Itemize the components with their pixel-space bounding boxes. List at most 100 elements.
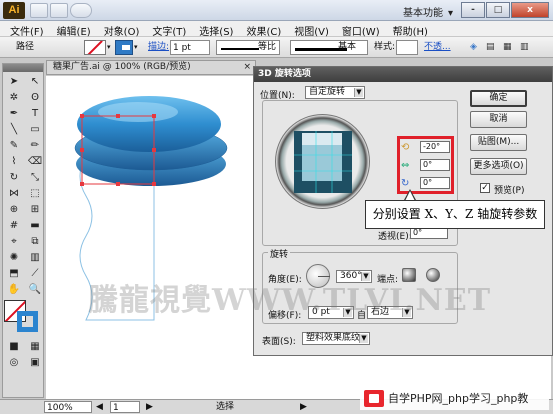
scale-tool-icon[interactable]: ⤡ <box>26 170 44 185</box>
rectangle-tool-icon[interactable]: ▭ <box>26 122 44 137</box>
magic-wand-tool-icon[interactable]: ✲ <box>5 90 23 105</box>
surface-select[interactable]: 塑料效果底纹 ▼ <box>302 332 370 345</box>
type-tool-icon[interactable]: T <box>26 106 44 121</box>
angle-select[interactable]: 360° ▼ <box>336 270 372 283</box>
cap-off-icon[interactable] <box>426 268 440 282</box>
dialog-title[interactable]: 3D 旋转选项 <box>254 67 552 82</box>
draw-mode-icon[interactable]: ◎ <box>5 355 23 370</box>
menu-help[interactable]: 帮助(H) <box>389 21 437 38</box>
selection-tool-icon[interactable]: ➤ <box>5 74 23 89</box>
rotate-tool-icon[interactable]: ↻ <box>5 170 23 185</box>
isolate-icon[interactable]: ▦ <box>503 40 512 55</box>
width-tool-icon[interactable]: ⋈ <box>5 186 23 201</box>
menu-select[interactable]: 选择(S) <box>195 21 242 38</box>
stroke-swatch[interactable] <box>115 40 133 55</box>
gradient-tool-icon[interactable]: ▬ <box>26 218 44 233</box>
angle-dial[interactable] <box>306 264 330 288</box>
zoom-tool-icon[interactable]: 🔍 <box>26 282 44 297</box>
surface-value: 塑料效果底纹 <box>306 333 361 343</box>
bridge-icon[interactable] <box>30 3 48 18</box>
workspace-label: 基本功能 <box>403 8 443 19</box>
direct-selection-tool-icon[interactable]: ↖ <box>26 74 44 89</box>
free-transform-tool-icon[interactable]: ⬚ <box>26 186 44 201</box>
brush-definition[interactable] <box>290 40 368 55</box>
menu-edit[interactable]: 编辑(E) <box>53 21 100 38</box>
document-tab[interactable]: 糖果广告.ai @ 100% (RGB/预览) × <box>46 60 256 75</box>
minimize-button[interactable]: - <box>461 2 485 18</box>
screen-mode-tool-icon[interactable]: ▣ <box>26 355 44 370</box>
chevron-down-icon[interactable]: ▾ <box>107 40 115 55</box>
eyedropper-tool-icon[interactable]: ⌖ <box>5 234 23 249</box>
artboard-tool-icon[interactable]: ⬒ <box>5 266 23 281</box>
rotation-cube-preview[interactable] <box>275 114 370 209</box>
maximize-button[interactable]: □ <box>486 2 510 18</box>
next-page-icon[interactable]: ▶ <box>146 401 153 413</box>
menu-view[interactable]: 视图(V) <box>290 21 338 38</box>
perspective-grid-tool-icon[interactable]: ⊞ <box>26 202 44 217</box>
chevron-down-icon: ▼ <box>402 308 411 317</box>
window-controls: - □ x <box>461 2 549 18</box>
cancel-button[interactable]: 取消 <box>470 111 527 128</box>
pen-tool-icon[interactable]: ✒ <box>5 106 23 121</box>
preview-checkbox[interactable]: ✓ <box>480 183 490 193</box>
tools-panel-header[interactable] <box>3 64 43 72</box>
blend-tool-icon[interactable]: ⧉ <box>26 234 44 249</box>
style-swatch[interactable] <box>396 40 418 55</box>
align-icon[interactable]: ▤ <box>486 40 495 55</box>
stroke-weight-field[interactable]: 1 pt <box>170 40 210 55</box>
symbol-sprayer-tool-icon[interactable]: ✺ <box>5 250 23 265</box>
line-tool-icon[interactable]: ╲ <box>5 122 23 137</box>
gradient-mode-icon[interactable]: ▦ <box>26 339 44 354</box>
recolor-icon[interactable]: ◈ <box>470 40 477 55</box>
hand-tool-icon[interactable]: ✋ <box>5 282 23 297</box>
surface-label: 表面(S): <box>262 337 296 347</box>
chevron-down-icon: ▼ <box>354 88 363 97</box>
eraser-tool-icon[interactable]: ⌫ <box>26 154 44 169</box>
position-select[interactable]: 自定旋转 ▼ <box>305 86 365 99</box>
paintbrush-tool-icon[interactable]: ✎ <box>5 138 23 153</box>
fill-stroke-widget[interactable] <box>4 300 42 334</box>
map-button[interactable]: 贴图(M)... <box>470 134 527 151</box>
menu-object[interactable]: 对象(O) <box>100 21 149 38</box>
tools-panel: ➤ ↖ ✲ ʘ ✒ T ╲ ▭ ✎ ✏ ⌇ ⌫ ↻ ⤡ ⋈ ⬚ ⊕ ⊞ # ▬ … <box>2 63 44 398</box>
menu-window[interactable]: 窗口(W) <box>338 21 389 38</box>
menu-type[interactable]: 文字(T) <box>148 21 195 38</box>
more-options-button[interactable]: 更多选项(O) <box>470 158 527 175</box>
ok-button[interactable]: 确定 <box>470 90 527 107</box>
blob-brush-tool-icon[interactable]: ⌇ <box>5 154 23 169</box>
lasso-tool-icon[interactable]: ʘ <box>26 90 44 105</box>
column-graph-tool-icon[interactable]: ▥ <box>26 250 44 265</box>
stroke-color-box[interactable] <box>17 311 38 332</box>
first-page-icon[interactable]: ◀ <box>96 401 103 413</box>
page-field[interactable]: 1 <box>110 401 140 413</box>
app-logo: Ai <box>3 2 25 19</box>
zoom-field[interactable]: 100% <box>44 401 92 413</box>
cap-on-icon[interactable] <box>402 268 416 282</box>
offset-side-select[interactable]: 右边 ▼ <box>367 306 413 319</box>
color-mode-icon[interactable]: ■ <box>5 339 23 354</box>
workspace-switcher[interactable]: 基本功能 ▾ <box>403 4 453 19</box>
menu-file[interactable]: 文件(F) <box>6 21 53 38</box>
menu-effect[interactable]: 效果(C) <box>242 21 290 38</box>
profile-line <box>221 48 259 50</box>
fill-swatch[interactable] <box>84 40 106 55</box>
slice-tool-icon[interactable]: ⟋ <box>26 266 44 281</box>
pencil-tool-icon[interactable]: ✏ <box>26 138 44 153</box>
stroke-link[interactable]: 描边: <box>148 40 169 55</box>
opacity-link[interactable]: 不透... <box>424 40 451 55</box>
control-bar: 路径 ▾ ▾ 描边: 1 pt 等比 基本 样式: 不透... ◈ ▤ ▦ ▥ <box>0 37 553 58</box>
selection-handle <box>80 182 84 186</box>
screen-mode-icon[interactable] <box>70 3 92 18</box>
close-icon[interactable]: × <box>243 61 251 74</box>
chevron-down-icon[interactable]: ▾ <box>134 40 142 55</box>
shape-builder-tool-icon[interactable]: ⊕ <box>5 202 23 217</box>
angle-value: 360° <box>340 271 362 281</box>
site-badge: 自学PHP网_php学习_php教 <box>360 387 549 410</box>
mesh-tool-icon[interactable]: # <box>5 218 23 233</box>
status-menu-icon[interactable]: ▶ <box>300 401 307 413</box>
chevron-down-icon: ▾ <box>448 8 454 19</box>
close-button[interactable]: x <box>511 2 549 18</box>
transform-icon[interactable]: ▥ <box>520 40 529 55</box>
arrange-documents-icon[interactable] <box>50 3 68 18</box>
offset-select[interactable]: 0 pt ▼ <box>308 306 354 319</box>
